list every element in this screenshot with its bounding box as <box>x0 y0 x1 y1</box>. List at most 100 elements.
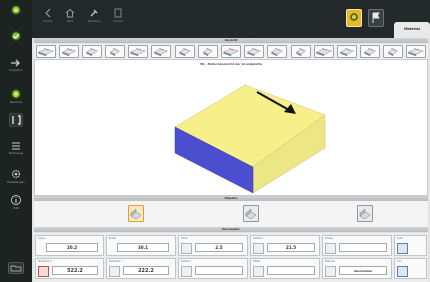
param-rotation-field[interactable] <box>195 266 243 275</box>
view-button[interactable]: Ansicht <box>108 8 128 30</box>
view-orientation-icon <box>85 47 98 57</box>
param-card-rotation: Rotation <box>178 258 248 279</box>
param-angle-field[interactable] <box>339 243 387 252</box>
home-button[interactable]: Start <box>60 8 80 30</box>
view-orientation-icon <box>178 47 191 57</box>
part-item-2[interactable] <box>243 205 259 222</box>
param-label: Startwert Y <box>109 260 123 263</box>
view-thumb-iso-3[interactable] <box>81 45 102 58</box>
param-label: Winkel <box>325 237 333 240</box>
part-item-1[interactable] <box>128 205 144 222</box>
offset-icon <box>253 266 264 277</box>
view-thumb-iso-7[interactable] <box>174 45 195 58</box>
back-button-label: Zurück <box>43 20 53 23</box>
view-orientation-icon <box>364 47 376 57</box>
sidebar-status-1[interactable] <box>3 4 29 16</box>
sidebar-item-label: Programm <box>9 69 23 72</box>
view-orientation-icon <box>339 47 354 57</box>
settings-button[interactable] <box>368 9 384 27</box>
param-label: Offset <box>253 260 261 263</box>
sidebar-item-programm[interactable]: Programm <box>3 58 29 72</box>
tool-button[interactable]: Werkzeug <box>84 8 104 30</box>
view-thumb-iso-2[interactable] <box>58 45 79 58</box>
view-orientation-icon <box>130 47 147 57</box>
param-distance-field[interactable]: 21.5 <box>267 243 315 252</box>
home-icon <box>65 8 75 18</box>
param-label: Material <box>325 260 335 263</box>
back-button[interactable]: Zurück <box>38 8 58 30</box>
tool-icon <box>90 9 98 17</box>
warning-button[interactable] <box>346 9 362 27</box>
sidebar-item-label: Maschine <box>9 101 23 104</box>
tab-material[interactable]: Material <box>394 22 430 38</box>
param-card-width: Breite 30.1 <box>106 235 176 256</box>
document-icon <box>114 8 122 18</box>
part-icon <box>359 208 371 220</box>
sidebar-item-hilfe[interactable]: Hilfe <box>3 194 29 210</box>
sidebar-item-einstellungen[interactable]: Einstellungen <box>3 168 29 184</box>
sidebar-item-maschine[interactable]: Maschine <box>3 88 29 104</box>
part-item-3[interactable] <box>357 205 373 222</box>
param-height-field[interactable]: 2.5 <box>195 243 243 252</box>
info-icon <box>11 195 21 205</box>
start-y-icon <box>109 266 120 277</box>
view-thumb-iso-12[interactable] <box>290 45 311 58</box>
left-sidebar: Programm Maschine Werkzeuge Einstellunge… <box>0 0 32 282</box>
param-start-x-field[interactable]: 522.2 <box>52 266 98 275</box>
sidebar-item-label: Einstellungen <box>7 181 25 184</box>
param-card-height: Höhe 2.5 <box>178 235 248 256</box>
param-label: Startwert X <box>38 260 52 263</box>
view-thumb-iso-4[interactable] <box>105 45 126 58</box>
view-thumb-iso-11[interactable] <box>267 45 288 58</box>
views-toolbar <box>34 44 428 59</box>
param-card-distance: Abstand 21.5 <box>250 235 320 256</box>
view-thumb-iso-16[interactable] <box>383 45 404 58</box>
view-thumb-iso-15[interactable] <box>360 45 381 58</box>
sidebar-status-2[interactable] <box>3 30 29 42</box>
view-thumb-iso-8[interactable] <box>197 45 218 58</box>
params-section-header: Parameter <box>34 227 428 232</box>
view-thumb-iso-10[interactable] <box>244 45 265 58</box>
list-icon <box>12 142 20 150</box>
part-icon <box>245 208 257 220</box>
view-thumb-iso-1[interactable] <box>35 45 56 58</box>
view-thumb-iso-5[interactable] <box>128 45 149 58</box>
view-orientation-icon <box>222 47 240 57</box>
distance-icon <box>253 243 264 254</box>
start-x-icon <box>38 266 49 277</box>
param-label: Abstand <box>253 237 263 240</box>
view-thumb-iso-13[interactable] <box>313 45 334 58</box>
view-thumb-iso-9[interactable] <box>221 45 241 58</box>
param-start-y-field[interactable]: 222.2 <box>123 266 169 275</box>
depth-icon <box>397 243 408 254</box>
param-length-field[interactable]: 20.2 <box>46 243 98 252</box>
param-material-select[interactable]: Aluminium <box>339 266 387 275</box>
sidebar-folder[interactable] <box>3 262 29 274</box>
param-label: Breite <box>109 237 117 240</box>
view-thumb-iso-6[interactable] <box>151 45 172 58</box>
sidebar-item-label: Hilfe <box>13 207 19 210</box>
param-card-material: Material Aluminium <box>322 258 392 279</box>
parts-row <box>34 201 428 227</box>
arrow-right-icon <box>11 59 20 67</box>
part-icon <box>130 208 142 220</box>
angle-icon <box>325 243 336 254</box>
views-section-header: Ansicht <box>34 38 428 43</box>
view-thumb-iso-17[interactable] <box>406 45 427 58</box>
view-orientation-icon <box>154 47 169 57</box>
view-orientation-icon <box>315 47 332 57</box>
height-icon <box>181 243 192 254</box>
material-icon <box>325 266 336 277</box>
back-icon <box>45 8 51 18</box>
view-orientation-icon <box>295 47 306 57</box>
param-width-field[interactable]: 30.1 <box>117 243 169 252</box>
3d-viewport[interactable]: 3D - Materialansicht der Grundplatte <box>34 59 428 196</box>
sidebar-item-werkzeuge[interactable]: Werkzeuge <box>3 141 29 155</box>
view-orientation-icon <box>271 47 284 57</box>
sidebar-cursor-tool[interactable] <box>3 113 29 127</box>
view-button-label: Ansicht <box>113 20 123 23</box>
view-thumb-iso-14[interactable] <box>336 45 357 58</box>
param-offset-field[interactable] <box>267 266 315 275</box>
param-card-angle: Winkel <box>322 235 392 256</box>
parameters-panel: Länge 20.2 Breite 30.1 Höhe 2.5 Abstand … <box>34 233 428 282</box>
